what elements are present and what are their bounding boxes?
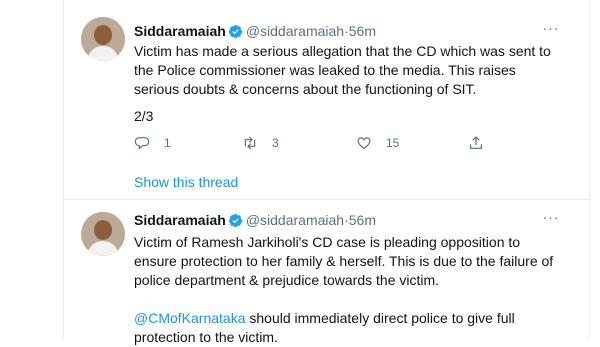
tweet[interactable]: Siddaramaiah @siddaramaiah·56m ··· Victim…	[64, 200, 589, 345]
avatar[interactable]	[81, 212, 125, 256]
verified-badge-icon	[228, 213, 242, 228]
tweet-text: Victim of Ramesh Jarkiholi's CD case is …	[134, 233, 564, 347]
author-name[interactable]: Siddaramaiah	[134, 23, 226, 39]
like-button[interactable]: 15	[356, 134, 399, 152]
tweet[interactable]: Siddaramaiah @siddaramaiah·56m ··· Victim…	[64, 0, 589, 200]
tweet-actions: 1 3 15	[134, 134, 494, 152]
avatar[interactable]	[81, 17, 125, 61]
tweet-paragraph: @CMofKarnataka should immediately direct…	[134, 309, 564, 347]
mention-link[interactable]: @CMofKarnataka	[134, 310, 245, 326]
share-icon	[470, 136, 482, 149]
reply-button[interactable]: 1	[134, 134, 171, 152]
tweet-paragraph: Victim has made a serious allegation tha…	[134, 43, 551, 97]
more-options-icon[interactable]: ···	[541, 21, 561, 39]
reply-icon	[134, 137, 150, 150]
author-handle[interactable]: @siddaramaiah	[246, 212, 344, 228]
tweet-paragraph: Victim of Ramesh Jarkiholi's CD case is …	[134, 234, 554, 288]
like-count: 15	[386, 136, 400, 150]
heart-icon	[357, 137, 371, 150]
author-handle[interactable]: @siddaramaiah	[246, 23, 344, 39]
tweet-header: Siddaramaiah @siddaramaiah·56m	[134, 21, 376, 41]
timestamp[interactable]: 56m	[349, 212, 376, 228]
verified-badge-icon	[228, 24, 242, 39]
author-name[interactable]: Siddaramaiah	[134, 212, 226, 228]
share-button[interactable]	[468, 134, 484, 152]
tweet-text: Victim has made a serious allegation tha…	[134, 42, 564, 99]
retweet-count: 3	[272, 136, 279, 150]
timestamp[interactable]: 56m	[349, 23, 376, 39]
show-thread-link[interactable]: Show this thread	[134, 174, 238, 190]
retweet-button[interactable]: 3	[242, 134, 279, 152]
retweet-icon	[244, 136, 256, 150]
more-options-icon[interactable]: ···	[541, 210, 561, 228]
reply-count: 1	[164, 136, 171, 150]
thread-counter: 2/3	[134, 108, 154, 124]
timeline: Siddaramaiah @siddaramaiah·56m ··· Victim…	[63, 0, 590, 345]
tweet-header: Siddaramaiah @siddaramaiah·56m	[134, 210, 376, 230]
